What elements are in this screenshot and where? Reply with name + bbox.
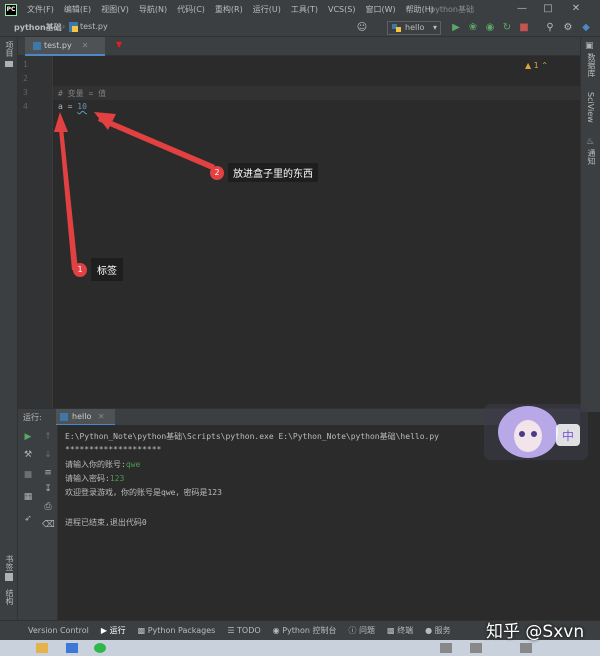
annotation-text: 放进盒子里的东西 (228, 163, 318, 182)
run-tab-hello[interactable]: hello ✕ (56, 409, 115, 426)
rerun-icon[interactable]: ▶ (22, 431, 34, 443)
tab-problems-label: 问题 (359, 626, 376, 635)
console-output: 请输入密码:123 (65, 473, 124, 484)
tab-python-console[interactable]: ◉ Python 控制台 (273, 625, 337, 636)
tab-python-console-label: Python 控制台 (282, 626, 337, 635)
tab-terminal[interactable]: ▩ 终端 (387, 625, 413, 636)
close-tab-icon[interactable]: ✕ (98, 412, 105, 421)
arrow-down-icon[interactable]: ↓ (42, 449, 54, 461)
password-prompt: 请输入密码: (65, 474, 110, 483)
print-icon[interactable]: ⎙ (42, 501, 54, 513)
bookmark-icon (5, 573, 13, 581)
folder-icon[interactable] (36, 643, 48, 653)
run-tab-label: hello (72, 412, 92, 421)
scroll-to-end-icon[interactable]: ↧ (42, 483, 54, 495)
console-exit: 进程已结束,退出代码0 (65, 518, 147, 527)
tab-services[interactable]: ● 服务 (425, 625, 451, 636)
run-label: 运行: (23, 413, 42, 422)
structure-tool-button[interactable]: 结构 (4, 589, 15, 605)
annotation-badge: 2 (210, 165, 224, 180)
run-actions-primary: ▶ ⚒ ■ ▦ ➶ (18, 425, 38, 620)
annotation-text: 标签 (91, 258, 123, 281)
tab-problems[interactable]: ⓘ 问题 (348, 625, 375, 636)
account-input: qwe (125, 460, 141, 469)
console-output: 欢迎登录游戏，你的账号是qwe，密码是123 (65, 488, 222, 497)
wrench-icon[interactable]: ⚒ (22, 449, 34, 461)
tab-version-control[interactable]: Version Control (28, 626, 89, 635)
wechat-icon[interactable] (94, 643, 106, 653)
tray-icon[interactable] (520, 643, 532, 653)
bookmarks-tool-button[interactable]: 书签 (4, 555, 15, 571)
layout-icon[interactable]: ▦ (22, 491, 34, 503)
soft-wrap-icon[interactable]: ≡ (42, 467, 54, 479)
tab-terminal-label: 终端 (397, 626, 414, 635)
console-command: E:\Python_Note\python基础\Scripts\python.e… (65, 432, 439, 441)
annotation-1: 1 标签 (73, 258, 123, 281)
zhihu-watermark: 知乎 @Sxvn (486, 622, 585, 642)
anime-overlay: 中 (484, 396, 588, 460)
browser-icon[interactable] (66, 643, 78, 653)
annotation-badge: 1 (73, 262, 87, 277)
anime-girl-image: 中 (484, 404, 588, 460)
tray-icon[interactable] (440, 643, 452, 653)
pin-icon[interactable]: ➶ (22, 513, 34, 525)
stop-icon[interactable]: ■ (22, 469, 34, 481)
tab-todo-label: TODO (237, 626, 261, 635)
console-output: 请输入你的账号:qwe (65, 459, 140, 470)
tab-run[interactable]: ▶ 运行 (101, 625, 126, 636)
password-input: 123 (109, 474, 125, 483)
run-actions-secondary: ↑ ↓ ≡ ↧ ⎙ ⌫ (38, 425, 58, 620)
tray-icon[interactable] (470, 643, 482, 653)
arrow-1-shaft (58, 118, 78, 270)
arrow-2-shaft (98, 116, 215, 170)
ime-indicator: 中 (562, 428, 574, 443)
annotation-arrows (54, 112, 215, 270)
console-output: ******************** (65, 445, 162, 454)
tab-run-label: 运行 (109, 626, 126, 635)
trash-icon[interactable]: ⌫ (42, 519, 55, 531)
arrow-1-head (54, 112, 68, 132)
code-editor[interactable]: # 变量 = 值 a = 10 ▲ 1 ⌃ 2 放进盒子里的东西 1 标签 (53, 56, 580, 408)
tab-todo[interactable]: ☰ TODO (227, 626, 260, 635)
os-taskbar (0, 640, 600, 656)
python-config-icon (60, 413, 68, 421)
tab-python-packages[interactable]: ▩ Python Packages (138, 626, 216, 635)
tab-services-label: 服务 (434, 626, 451, 635)
account-prompt: 请输入你的账号: (65, 460, 126, 469)
tab-python-packages-label: Python Packages (147, 626, 216, 635)
annotation-2: 2 放进盒子里的东西 (210, 163, 318, 182)
arrow-up-icon[interactable]: ↑ (42, 431, 54, 443)
